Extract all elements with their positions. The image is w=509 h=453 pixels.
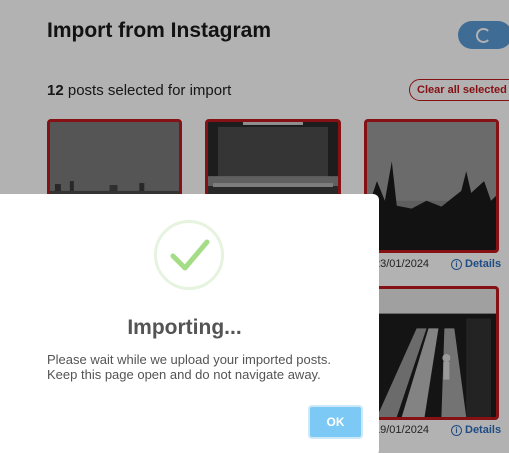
checkmark-icon [154,220,224,290]
dialog-message-line: Keep this page open and do not navigate … [47,367,321,382]
ok-button[interactable]: OK [308,405,363,439]
dialog-title: Importing... [127,316,242,339]
dialog-message: Please wait while we upload your importe… [47,352,331,382]
import-progress-dialog: Importing... Please wait while we upload… [0,194,379,453]
dialog-message-line: Please wait while we upload your importe… [47,352,331,367]
